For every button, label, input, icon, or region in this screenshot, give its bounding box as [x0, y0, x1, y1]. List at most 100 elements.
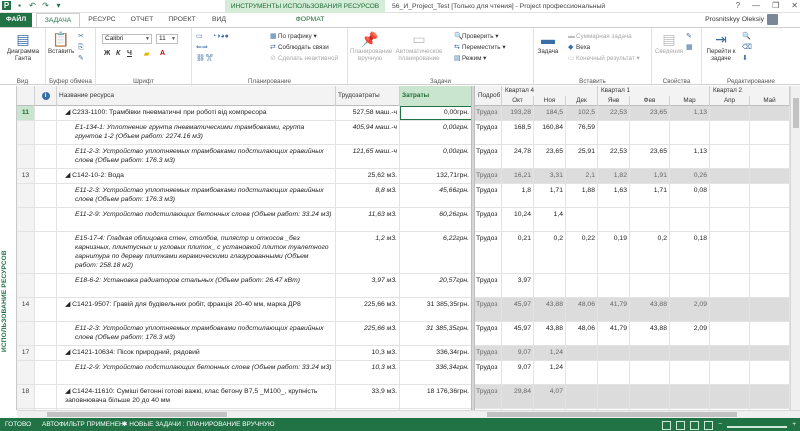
font-color-icon[interactable]: A: [160, 50, 165, 57]
assignment-row[interactable]: Е11-2-3: Устройство уплотняемых трамбовк…: [17, 184, 471, 208]
timescale-value-cell[interactable]: [566, 361, 598, 384]
milestone-button[interactable]: ◆ Веха: [568, 43, 590, 52]
work-cell[interactable]: 1,2 м3.: [336, 232, 400, 273]
timescale-value-cell[interactable]: [710, 346, 750, 360]
timescale-value-cell[interactable]: 1,4: [534, 208, 566, 231]
details-icon[interactable]: ▦: [686, 43, 694, 52]
close-button[interactable]: ✕: [791, 0, 798, 12]
timescale-value-cell[interactable]: [670, 361, 710, 384]
cost-cell[interactable]: 132,71грн.: [400, 169, 471, 183]
row-id-cell[interactable]: [17, 145, 35, 168]
timescale-value-cell[interactable]: 1,24: [534, 361, 566, 384]
timescale-value-cell[interactable]: [598, 121, 630, 144]
clear-icon[interactable]: ⌫: [742, 43, 752, 52]
assignment-row[interactable]: Е18-6-2: Установка радиаторов стальных (…: [17, 274, 471, 298]
timescale-value-cell[interactable]: 0,2: [534, 232, 566, 273]
row-id-cell[interactable]: [17, 274, 35, 297]
timescale-value-cell[interactable]: [710, 169, 750, 183]
usage-view-icon[interactable]: [676, 421, 686, 430]
work-cell[interactable]: 405,94 маш.-ч: [336, 121, 400, 144]
timescale-value-cell[interactable]: [598, 361, 630, 384]
timescale-value-cell[interactable]: [710, 145, 750, 168]
row-id-cell[interactable]: [17, 208, 35, 231]
zoom-out-icon[interactable]: −: [718, 418, 722, 431]
tab-task[interactable]: ЗАДАЧА: [36, 13, 80, 27]
redo-icon[interactable]: ↷: [41, 1, 50, 10]
timescale-value-cell[interactable]: 23,65: [630, 145, 670, 168]
vertical-scrollbar[interactable]: [790, 86, 800, 410]
move-button[interactable]: ⇆ Переместить ▾: [454, 43, 506, 52]
timescale-value-cell[interactable]: 1,13: [670, 145, 710, 168]
timescale-value-cell[interactable]: [630, 346, 670, 360]
tab-file[interactable]: ФАЙЛ: [0, 13, 32, 27]
timescale-value-cell[interactable]: 193,28: [502, 106, 534, 120]
timescale-value-cell[interactable]: [750, 121, 790, 144]
timescale-value-cell[interactable]: [598, 274, 630, 297]
timescale-value-cell[interactable]: 102,5: [566, 106, 598, 120]
timescale-value-cell[interactable]: [750, 298, 790, 321]
timescale-value-cell[interactable]: 22,53: [598, 106, 630, 120]
resource-name-cell[interactable]: ◢ С142-10-2: Вода: [57, 169, 336, 183]
assignment-row[interactable]: Е11-2-9: Устройство подстилающих бетонны…: [17, 208, 471, 232]
timescale-value-cell[interactable]: 48,06: [566, 298, 598, 321]
resource-name-cell[interactable]: Е11-2-9: Устройство подстилающих бетонны…: [57, 361, 336, 384]
timescale-value-cell[interactable]: [710, 232, 750, 273]
timescale-value-cell[interactable]: [630, 121, 670, 144]
cost-cell[interactable]: 31 385,35грн.: [400, 322, 471, 345]
gantt-view-icon[interactable]: [662, 421, 672, 430]
inspect-button[interactable]: 🔍Проверить ▾: [454, 32, 498, 41]
manual-schedule-button[interactable]: 📌 Планирование вручную: [350, 31, 392, 62]
cost-cell[interactable]: 18 176,36грн.: [400, 385, 471, 408]
resource-row[interactable]: 11 ◢ С233-1100: Трамбівки пневматичні при…: [17, 106, 471, 121]
cost-cell[interactable]: 6,22грн.: [400, 232, 471, 273]
timescale-value-cell[interactable]: [566, 208, 598, 231]
timescale-value-cell[interactable]: 76,59: [566, 121, 598, 144]
row-id-cell[interactable]: 14: [17, 298, 35, 321]
timescale-value-cell[interactable]: 1,82: [598, 169, 630, 183]
timescale-value-cell[interactable]: [630, 274, 670, 297]
indent-icons[interactable]: ⇐⇒: [196, 43, 208, 52]
undo-icon[interactable]: ↶: [28, 1, 37, 10]
cost-cell[interactable]: 0,00грн.: [400, 121, 471, 144]
timescale-value-cell[interactable]: [750, 145, 790, 168]
summary-task-button[interactable]: ▬Суммарная задача: [568, 32, 632, 41]
zoom-slider[interactable]: [727, 426, 788, 428]
resource-row[interactable]: 14 ◢ С1421-9507: Гравій для будівельних р…: [17, 298, 471, 322]
cost-cell[interactable]: 336,34грн.: [400, 346, 471, 360]
fill-icon[interactable]: ⬇: [742, 54, 750, 63]
resource-name-cell[interactable]: Е11-2-9: Устройство подстилающих бетонны…: [57, 208, 336, 231]
work-cell[interactable]: 10,3 м3.: [336, 361, 400, 384]
timescale-value-cell[interactable]: [534, 274, 566, 297]
timescale-value-cell[interactable]: 22,53: [598, 145, 630, 168]
timescale-value-cell[interactable]: [750, 385, 790, 408]
scroll-thumb[interactable]: [47, 412, 227, 417]
row-id-cell[interactable]: [17, 232, 35, 273]
row-id-cell[interactable]: 11: [17, 106, 35, 120]
auto-schedule-button[interactable]: ▭ Автоматическое планирование: [390, 31, 448, 62]
work-cell[interactable]: 25,62 м3.: [336, 169, 400, 183]
mode-button[interactable]: ▤Режим ▾: [454, 54, 486, 63]
timescale-value-cell[interactable]: 9,07: [502, 346, 534, 360]
timescale-value-cell[interactable]: 0,26: [670, 169, 710, 183]
cost-cell[interactable]: 0,00грн.: [400, 106, 471, 120]
assignment-row[interactable]: Е11-2-9: Устройство подстилающих бетонны…: [17, 361, 471, 385]
timescale-value-cell[interactable]: [630, 361, 670, 384]
indicators-column-header[interactable]: i: [35, 86, 57, 106]
cost-cell[interactable]: 45,66грн.: [400, 184, 471, 207]
timescale-value-cell[interactable]: 1,8: [502, 184, 534, 207]
work-cell[interactable]: 33,9 м3.: [336, 385, 400, 408]
zoom-in-icon[interactable]: +: [792, 418, 796, 431]
row-id-cell[interactable]: [17, 361, 35, 384]
timescale-value-cell[interactable]: [710, 208, 750, 231]
assignment-row[interactable]: Е11-2-3: Устройство уплотняемых трамбовк…: [17, 322, 471, 346]
timescale-value-cell[interactable]: 2,09: [670, 322, 710, 345]
resource-row[interactable]: 13 ◢ С142-10-2: Вода 25,62 м3. 132,71грн.: [17, 169, 471, 184]
timescale-value-cell[interactable]: [710, 184, 750, 207]
work-cell[interactable]: 3,97 м3.: [336, 274, 400, 297]
cost-cell[interactable]: 31 385,35грн.: [400, 298, 471, 321]
row-id-cell[interactable]: [17, 184, 35, 207]
timescale-value-cell[interactable]: [670, 346, 710, 360]
customize-qat-icon[interactable]: ▾: [54, 1, 63, 10]
underline-button[interactable]: Ч: [127, 50, 132, 57]
timescale-value-cell[interactable]: 3,97: [502, 274, 534, 297]
